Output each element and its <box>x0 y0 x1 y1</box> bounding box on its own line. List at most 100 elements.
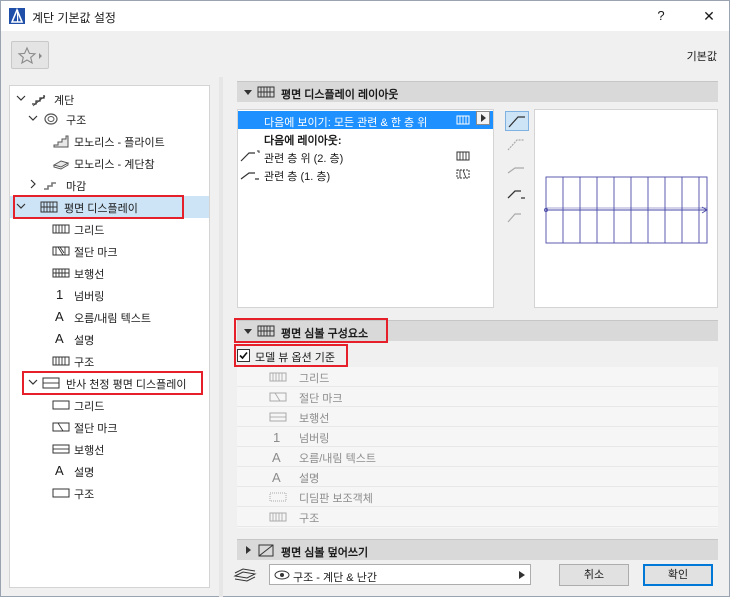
tree-item-monolith-landing[interactable]: 모노리스 - 계단참 <box>10 152 209 174</box>
tree-label: 설명 <box>74 335 95 347</box>
grid-symbol-icon <box>456 151 470 161</box>
triangle-right-icon[interactable] <box>243 545 253 555</box>
tree-label: 반사 천정 평면 디스플레이 <box>66 379 187 391</box>
tree-item-rcp-walking-line[interactable]: 보행선 <box>10 438 209 460</box>
tree-label: 설명 <box>74 467 95 479</box>
symbol-item-label: 보행선 <box>299 413 330 425</box>
upper-story-row[interactable]: 관련 층 위 (2. 층) <box>238 147 493 165</box>
tree-item-fp-up-down-text[interactable]: A 오름/내림 텍스트 <box>10 306 209 328</box>
layout-list: 다음에 보이기: 모든 관련 & 한 층 위 다음에 레이아웃: 관련 층 위 … <box>237 109 494 308</box>
description-icon: A <box>272 470 281 485</box>
dropdown-value: 구조 - 계단 & 난간 <box>293 572 377 584</box>
chevron-down-icon[interactable] <box>16 93 26 103</box>
dialog-window: 계단 기본값 설정 ? ✕ 기본값 계단 구조 모노리스 - 플라이트 모노리스… <box>0 0 730 597</box>
walking-line-icon <box>269 412 287 422</box>
favorites-button[interactable] <box>11 41 49 69</box>
symbol-item-label: 절단 마크 <box>299 393 343 405</box>
tree-item-finish[interactable]: 마감 <box>10 174 209 196</box>
triangle-right-icon <box>519 571 525 579</box>
triangle-right-icon <box>481 114 486 122</box>
model-view-option-row[interactable]: 모델 뷰 옵션 기준 <box>237 346 718 367</box>
cancel-button[interactable]: 취소 <box>559 564 629 586</box>
symbol-item-label: 구조 <box>299 513 320 525</box>
tree-item-structure[interactable]: 구조 <box>10 108 209 130</box>
symbol-option-5[interactable] <box>505 207 529 227</box>
symbol-option-1[interactable] <box>505 111 529 131</box>
tree-item-rcp-grid[interactable]: 그리드 <box>10 394 209 416</box>
text-icon: A <box>272 450 281 465</box>
settings-tree: 계단 구조 모노리스 - 플라이트 모노리스 - 계단참 마감 평면 디스플레이… <box>9 85 210 588</box>
show-on-label: 다음에 보이기: 모든 관련 & 한 층 위 <box>264 117 428 129</box>
chevron-down-icon[interactable] <box>28 377 38 387</box>
tree-label: 절단 마크 <box>74 247 118 259</box>
current-story-row[interactable]: 관련 층 (1. 층) <box>238 165 493 183</box>
numbering-icon: 1 <box>56 287 64 302</box>
floor-plan-display-icon <box>257 86 275 98</box>
chevron-right-icon[interactable] <box>28 179 38 189</box>
tree-label: 구조 <box>66 115 87 127</box>
triangle-down-icon[interactable] <box>243 87 253 97</box>
panel-splitter[interactable] <box>219 77 223 597</box>
walking-line-icon <box>52 444 70 454</box>
tree-label: 구조 <box>74 357 95 369</box>
tree-item-fp-numbering[interactable]: 1 넘버링 <box>10 284 209 306</box>
tree-item-monolith-flight[interactable]: 모노리스 - 플라이트 <box>10 130 209 152</box>
triangle-down-icon[interactable] <box>243 326 253 336</box>
symbol-item-label: 설명 <box>299 473 320 485</box>
archicad-app-icon <box>9 8 25 24</box>
break-symbol-icon <box>456 169 470 179</box>
tree-item-rcp-description[interactable]: A 설명 <box>10 460 209 482</box>
tree-item-fp-grid[interactable]: 그리드 <box>10 218 209 240</box>
chevron-down-icon[interactable] <box>16 201 26 211</box>
upper-floor-icon <box>240 150 260 162</box>
tree-item-stair[interactable]: 계단 <box>10 88 209 110</box>
symbol-option-4[interactable] <box>505 183 529 203</box>
tree-item-fp-structure[interactable]: 구조 <box>10 350 209 372</box>
tree-label: 넘버링 <box>74 291 105 303</box>
section-symbol-override-header[interactable]: 평면 심볼 덮어쓰기 <box>237 539 718 560</box>
symbol-item-structure: 구조 <box>237 507 718 527</box>
model-view-dropdown[interactable]: 구조 - 계단 & 난간 <box>269 564 531 585</box>
stair-full-icon <box>508 116 525 128</box>
section-layout-header[interactable]: 평면 디스플레이 레이아웃 <box>237 81 718 102</box>
tree-label: 오름/내림 텍스트 <box>74 313 151 325</box>
tree-label: 모노리스 - 계단참 <box>74 159 155 171</box>
description-icon: A <box>55 331 64 346</box>
tree-item-floor-plan-display[interactable]: 평면 디스플레이 <box>10 196 209 218</box>
tree-label: 그리드 <box>74 401 105 413</box>
symbol-option-3[interactable] <box>505 159 529 179</box>
layout-on-label: 다음에 레이아웃: <box>264 135 342 147</box>
tree-item-rcp-display[interactable]: 반사 천정 평면 디스플레이 <box>10 372 209 394</box>
grid-icon <box>52 224 70 234</box>
symbol-option-2[interactable] <box>505 135 529 155</box>
break-mark-icon <box>52 246 70 256</box>
model-view-option-checkbox[interactable] <box>237 349 250 362</box>
stair-lower-icon <box>507 190 525 199</box>
grid-icon <box>269 372 287 382</box>
upper-story-label: 관련 층 위 (2. 층) <box>264 153 344 165</box>
tree-item-fp-description[interactable]: A 설명 <box>10 328 209 350</box>
grid-icon <box>52 400 70 410</box>
help-button[interactable]: ? <box>641 1 681 31</box>
structure-icon <box>52 356 70 366</box>
tree-item-fp-walking-line[interactable]: 보행선 <box>10 262 209 284</box>
section-symbol-components-header[interactable]: 평면 심볼 구성요소 <box>237 320 718 341</box>
symbol-item-label: 디딤판 보조객체 <box>299 493 373 505</box>
show-on-row[interactable]: 다음에 보이기: 모든 관련 & 한 층 위 <box>238 111 493 129</box>
chevron-down-icon[interactable] <box>28 113 38 123</box>
tree-item-rcp-break-mark[interactable]: 절단 마크 <box>10 416 209 438</box>
expand-arrow-button[interactable] <box>476 111 490 125</box>
top-toolbar: 기본값 <box>1 31 729 77</box>
defaults-label: 기본값 <box>686 51 717 63</box>
layers-icon <box>233 568 257 582</box>
close-button[interactable]: ✕ <box>689 1 729 31</box>
ok-button[interactable]: 확인 <box>643 564 713 586</box>
tree-item-fp-break-mark[interactable]: 절단 마크 <box>10 240 209 262</box>
stair-icon <box>32 95 46 107</box>
symbol-item-break-mark: 절단 마크 <box>237 387 718 407</box>
window-title: 계단 기본값 설정 <box>32 11 116 25</box>
tread-accessory-icon <box>269 492 287 502</box>
tree-label: 마감 <box>66 181 87 193</box>
tree-item-rcp-structure[interactable]: 구조 <box>10 482 209 504</box>
stair-upper-icon <box>507 139 524 151</box>
